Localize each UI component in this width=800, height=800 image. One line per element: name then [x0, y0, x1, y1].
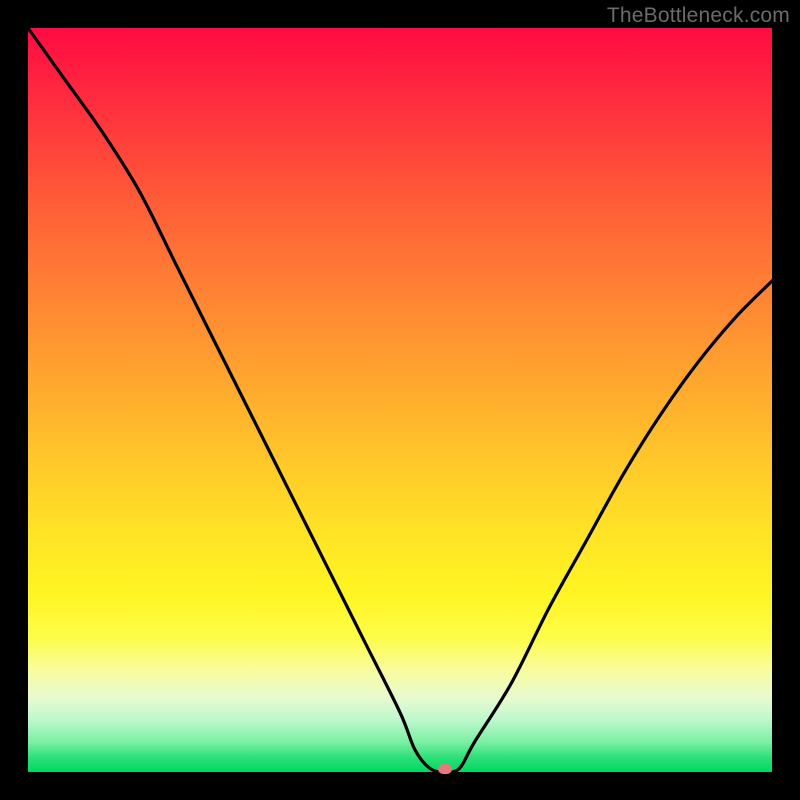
sweet-spot-marker: [438, 764, 452, 774]
chart-frame: TheBottleneck.com: [0, 0, 800, 800]
bottleneck-curve: [28, 28, 772, 772]
watermark-text: TheBottleneck.com: [607, 4, 790, 28]
plot-area: [28, 28, 772, 772]
